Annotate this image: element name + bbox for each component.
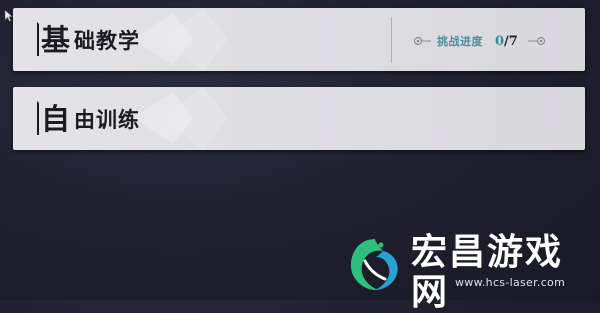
progress-node-start-icon: [413, 36, 431, 46]
challenge-progress-done: 0: [495, 33, 505, 49]
panel-ornament-icon: [133, 87, 228, 150]
progress-node-end-icon: [527, 36, 545, 46]
site-watermark: 宏昌游戏网 www.hcs-laser.com: [345, 233, 595, 313]
basic-tutorial-title-initial: 基: [37, 22, 73, 56]
free-training-card[interactable]: 自 由训练: [13, 87, 585, 150]
basic-tutorial-title: 基 础教学: [37, 22, 140, 56]
watermark-url: www.hcs-laser.com: [455, 276, 566, 289]
challenge-progress-label: 挑战进度: [437, 35, 483, 48]
free-training-title-initial: 自: [37, 101, 73, 135]
basic-tutorial-title-text: 础教学: [74, 28, 141, 53]
basic-tutorial-card[interactable]: 基 础教学 挑战进度 0 /7: [13, 8, 585, 71]
challenge-progress-total: /7: [504, 33, 518, 49]
dragon-logo-icon: [350, 239, 398, 291]
challenge-progress: 挑战进度 0 /7: [413, 33, 546, 49]
free-training-title-text: 由训练: [74, 107, 141, 132]
free-training-title: 自 由训练: [37, 101, 140, 135]
panel-ornament-icon: [133, 8, 228, 71]
panel-divider: [391, 17, 392, 63]
watermark-title: 宏昌游戏网: [411, 232, 564, 313]
